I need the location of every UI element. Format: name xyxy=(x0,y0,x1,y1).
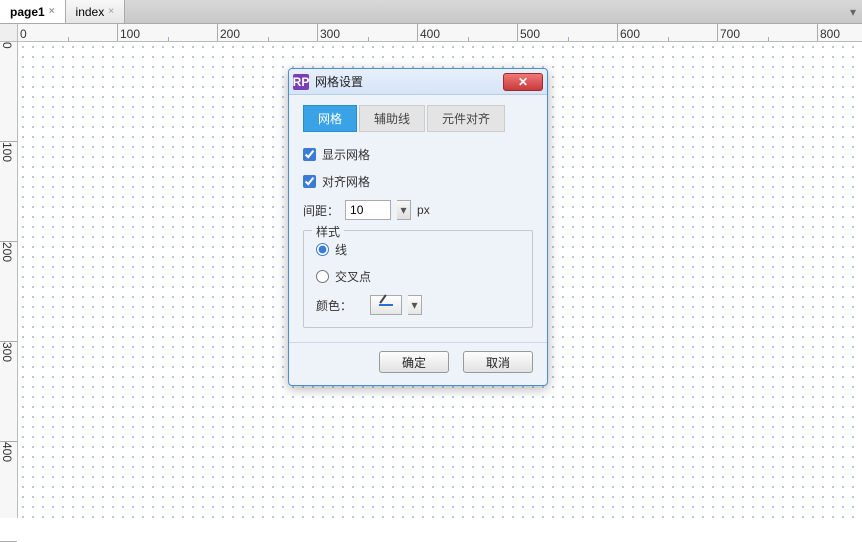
ruler-tick: 0 xyxy=(0,42,17,142)
pencil-icon xyxy=(379,304,393,306)
style-legend: 样式 xyxy=(312,223,344,240)
spacing-label: 间距： xyxy=(303,202,339,219)
show-grid-row: 显示网格 xyxy=(303,146,533,163)
ruler-tick: 200 xyxy=(218,24,318,41)
align-grid-row: 对齐网格 xyxy=(303,173,533,190)
close-icon[interactable]: × xyxy=(49,6,55,17)
spacing-input[interactable] xyxy=(345,200,391,220)
ruler-tick: 500 xyxy=(518,24,618,41)
ruler-vertical[interactable]: 0 100 200 300 400 xyxy=(0,42,18,518)
tab-grid[interactable]: 网格 xyxy=(303,105,357,132)
tab-snap[interactable]: 元件对齐 xyxy=(427,105,505,132)
close-icon: ✕ xyxy=(518,75,528,89)
style-line-label: 线 xyxy=(335,241,347,258)
dialog-body: 网格 辅助线 元件对齐 显示网格 对齐网格 间距： ▾ px 样式 线 xyxy=(289,95,547,342)
align-grid-checkbox[interactable] xyxy=(303,175,316,188)
chevron-down-icon: ▾ xyxy=(412,298,418,312)
spacing-dropdown[interactable]: ▾ xyxy=(397,200,411,220)
dialog-footer: 确定 取消 xyxy=(289,342,547,385)
style-cross-radio[interactable] xyxy=(316,270,329,283)
style-fieldset: 样式 线 交叉点 颜色： ▾ xyxy=(303,230,533,328)
ruler-tick: 700 xyxy=(718,24,818,41)
dialog-tabs: 网格 辅助线 元件对齐 xyxy=(303,105,533,132)
tab-label: page1 xyxy=(10,5,45,19)
tab-guides[interactable]: 辅助线 xyxy=(359,105,425,132)
chevron-down-icon: ▾ xyxy=(850,5,856,19)
ruler-tick: 0 xyxy=(18,24,118,41)
tab-label: index xyxy=(76,5,105,19)
style-line-row: 线 xyxy=(316,241,520,258)
app-icon: RP xyxy=(293,74,309,90)
style-cross-label: 交叉点 xyxy=(335,268,371,285)
ruler-tick: 200 xyxy=(0,242,17,342)
ruler-tick: 400 xyxy=(418,24,518,41)
cancel-button[interactable]: 取消 xyxy=(463,351,533,373)
spacing-row: 间距： ▾ px xyxy=(303,200,533,220)
style-cross-row: 交叉点 xyxy=(316,268,520,285)
align-grid-label: 对齐网格 xyxy=(322,173,370,190)
ruler-tick: 100 xyxy=(118,24,218,41)
tab-index[interactable]: index × xyxy=(66,0,126,23)
ok-button[interactable]: 确定 xyxy=(379,351,449,373)
document-tabbar: page1 × index × ▾ xyxy=(0,0,862,24)
style-line-radio[interactable] xyxy=(316,243,329,256)
ruler-tick: 300 xyxy=(318,24,418,41)
ruler-tick: 600 xyxy=(618,24,718,41)
dialog-title: 网格设置 xyxy=(315,73,503,90)
ruler-tick: 300 xyxy=(0,342,17,442)
chevron-down-icon: ▾ xyxy=(401,203,407,217)
color-label: 颜色： xyxy=(316,297,352,314)
grid-settings-dialog: RP 网格设置 ✕ 网格 辅助线 元件对齐 显示网格 对齐网格 间距： ▾ px… xyxy=(288,68,548,386)
ruler-tick: 800 xyxy=(818,24,862,41)
color-row: 颜色： ▾ xyxy=(316,295,520,315)
color-picker-button[interactable] xyxy=(370,295,402,315)
ruler-corner xyxy=(0,24,18,42)
show-grid-label: 显示网格 xyxy=(322,146,370,163)
close-button[interactable]: ✕ xyxy=(503,73,543,91)
dialog-titlebar[interactable]: RP 网格设置 ✕ xyxy=(289,69,547,95)
tab-page1[interactable]: page1 × xyxy=(0,0,66,23)
ruler-horizontal[interactable]: 0 100 200 300 400 500 600 700 800 xyxy=(18,24,862,42)
show-grid-checkbox[interactable] xyxy=(303,148,316,161)
ruler-tick: 100 xyxy=(0,142,17,242)
spacing-unit: px xyxy=(417,203,430,217)
color-dropdown[interactable]: ▾ xyxy=(408,295,422,315)
close-icon[interactable]: × xyxy=(108,6,114,17)
tabbar-dropdown[interactable]: ▾ xyxy=(844,0,862,23)
ruler-tick: 400 xyxy=(0,442,17,542)
